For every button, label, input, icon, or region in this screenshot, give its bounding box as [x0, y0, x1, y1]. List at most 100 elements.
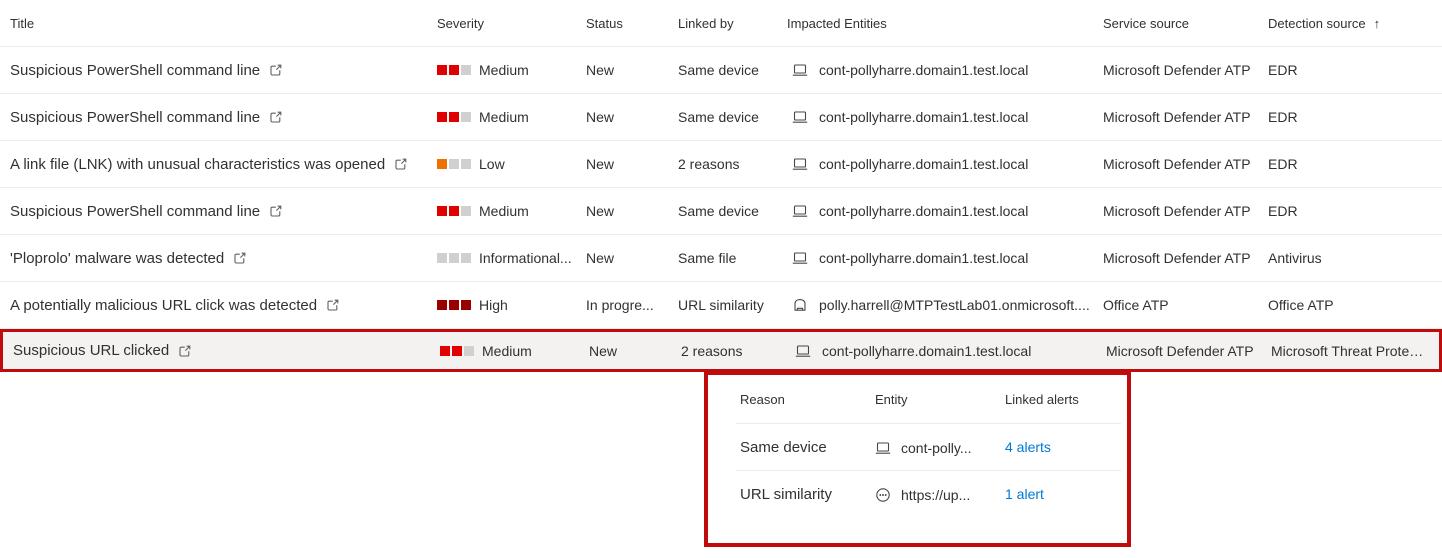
impacted-entity-cell: cont-pollyharre.domain1.test.local	[787, 250, 1103, 266]
severity-indicator-icon	[437, 253, 471, 263]
open-in-new-window-icon[interactable]	[269, 110, 283, 124]
sort-ascending-icon: ↑	[1374, 16, 1381, 31]
open-in-new-window-icon[interactable]	[178, 344, 192, 358]
column-header-linked-by[interactable]: Linked by	[678, 16, 787, 31]
column-header-detection-source[interactable]: Detection source↑	[1268, 16, 1442, 31]
detection-source-cell: Office ATP	[1268, 297, 1442, 313]
service-source-cell: Microsoft Defender ATP	[1103, 203, 1268, 219]
alert-row-selected[interactable]: Suspicious URL clicked Medium New 2 reas…	[3, 332, 1439, 369]
detection-source-cell: EDR	[1268, 203, 1442, 219]
severity-indicator-icon	[437, 112, 471, 122]
severity-label: Informational...	[479, 250, 572, 266]
device-icon	[792, 109, 808, 125]
linked-alerts-link[interactable]: 4 alerts	[1005, 439, 1051, 455]
alert-title[interactable]: 'Ploprolo' malware was detected	[10, 250, 224, 267]
alert-title[interactable]: Suspicious PowerShell command line	[10, 203, 260, 220]
popup-entity-name: cont-polly...	[901, 440, 972, 456]
column-header-service-source[interactable]: Service source	[1103, 16, 1268, 31]
status-cell: In progre...	[586, 297, 678, 313]
service-source-cell: Microsoft Defender ATP	[1103, 109, 1268, 125]
severity-cell: Medium	[437, 109, 586, 125]
status-cell: New	[586, 250, 678, 266]
linked-by-cell[interactable]: Same device	[678, 109, 787, 125]
severity-cell: Low	[437, 156, 586, 172]
device-icon	[792, 62, 808, 78]
column-header-title[interactable]: Title	[0, 16, 437, 31]
linked-by-cell[interactable]: URL similarity	[678, 297, 787, 313]
alerts-table-screen: Title Severity Status Linked by Impacted…	[0, 0, 1442, 558]
column-header-impacted-entities[interactable]: Impacted Entities	[787, 16, 1103, 31]
alert-row[interactable]: Suspicious PowerShell command line Mediu…	[0, 188, 1442, 235]
severity-indicator-icon	[440, 346, 474, 356]
severity-cell: Medium	[437, 203, 586, 219]
service-source-cell: Microsoft Defender ATP	[1103, 156, 1268, 172]
linked-by-cell[interactable]: Same device	[678, 203, 787, 219]
popup-entity-name: https://up...	[901, 487, 970, 503]
column-header-status[interactable]: Status	[586, 16, 678, 31]
linked-by-cell[interactable]: Same file	[678, 250, 787, 266]
alert-title[interactable]: Suspicious PowerShell command line	[10, 62, 260, 79]
severity-cell: Medium	[437, 62, 586, 78]
mailbox-icon	[792, 297, 808, 313]
impacted-entity-cell: cont-pollyharre.domain1.test.local	[787, 109, 1103, 125]
popup-column-entity: Entity	[875, 392, 1005, 407]
impacted-entity-cell: polly.harrell@MTPTestLab01.onmicrosoft..…	[787, 297, 1103, 313]
status-cell: New	[586, 156, 678, 172]
alert-row[interactable]: Suspicious PowerShell command line Mediu…	[0, 94, 1442, 141]
status-cell: New	[586, 62, 678, 78]
linked-by-cell[interactable]: 2 reasons	[678, 156, 787, 172]
open-in-new-window-icon[interactable]	[269, 63, 283, 77]
entity-name: cont-pollyharre.domain1.test.local	[819, 109, 1028, 125]
device-icon	[795, 343, 811, 359]
linked-by-cell[interactable]: Same device	[678, 62, 787, 78]
severity-cell: Informational...	[437, 250, 586, 266]
highlight-annotation: Suspicious URL clicked Medium New 2 reas…	[0, 329, 1442, 372]
entity-name: cont-pollyharre.domain1.test.local	[819, 250, 1028, 266]
linked-alerts-flyout: Reason Entity Linked alerts Same device …	[708, 375, 1127, 518]
severity-label: Medium	[479, 62, 529, 78]
status-cell: New	[586, 203, 678, 219]
alert-row[interactable]: A link file (LNK) with unusual character…	[0, 141, 1442, 188]
severity-label: Low	[479, 156, 505, 172]
detection-source-cell: Antivirus	[1268, 250, 1442, 266]
alert-row[interactable]: A potentially malicious URL click was de…	[0, 282, 1442, 329]
open-in-new-window-icon[interactable]	[326, 298, 340, 312]
impacted-entity-cell: cont-pollyharre.domain1.test.local	[787, 156, 1103, 172]
linked-alerts-link[interactable]: 1 alert	[1005, 486, 1044, 502]
service-source-cell: Microsoft Defender ATP	[1106, 343, 1271, 359]
impacted-entity-cell: cont-pollyharre.domain1.test.local	[787, 203, 1103, 219]
entity-name: cont-pollyharre.domain1.test.local	[822, 343, 1031, 359]
severity-cell: Medium	[440, 343, 589, 359]
entity-name: polly.harrell@MTPTestLab01.onmicrosoft..…	[819, 297, 1090, 313]
severity-indicator-icon	[437, 206, 471, 216]
popup-annotation: Reason Entity Linked alerts Same device …	[704, 371, 1131, 547]
device-icon	[875, 440, 891, 456]
severity-indicator-icon	[437, 65, 471, 75]
severity-indicator-icon	[437, 159, 471, 169]
severity-cell: High	[437, 297, 586, 313]
alert-title[interactable]: Suspicious URL clicked	[13, 342, 169, 359]
device-icon	[792, 250, 808, 266]
alert-row[interactable]: Suspicious PowerShell command line Mediu…	[0, 47, 1442, 94]
device-icon	[792, 203, 808, 219]
severity-indicator-icon	[437, 300, 471, 310]
entity-name: cont-pollyharre.domain1.test.local	[819, 203, 1028, 219]
popup-reason: Same device	[740, 439, 875, 456]
severity-label: High	[479, 297, 508, 313]
table-header-row: Title Severity Status Linked by Impacted…	[0, 0, 1442, 47]
popup-reason: URL similarity	[740, 486, 875, 503]
detection-source-cell: EDR	[1268, 156, 1442, 172]
status-cell: New	[586, 109, 678, 125]
alert-row[interactable]: 'Ploprolo' malware was detected Informat…	[0, 235, 1442, 282]
severity-label: Medium	[479, 109, 529, 125]
detection-source-cell: EDR	[1268, 109, 1442, 125]
linked-by-cell[interactable]: 2 reasons	[681, 343, 790, 359]
alert-title[interactable]: A link file (LNK) with unusual character…	[10, 156, 385, 173]
alert-title[interactable]: Suspicious PowerShell command line	[10, 109, 260, 126]
open-in-new-window-icon[interactable]	[233, 251, 247, 265]
column-header-severity[interactable]: Severity	[437, 16, 586, 31]
alert-title[interactable]: A potentially malicious URL click was de…	[10, 297, 317, 314]
open-in-new-window-icon[interactable]	[269, 204, 283, 218]
severity-label: Medium	[482, 343, 532, 359]
open-in-new-window-icon[interactable]	[394, 157, 408, 171]
